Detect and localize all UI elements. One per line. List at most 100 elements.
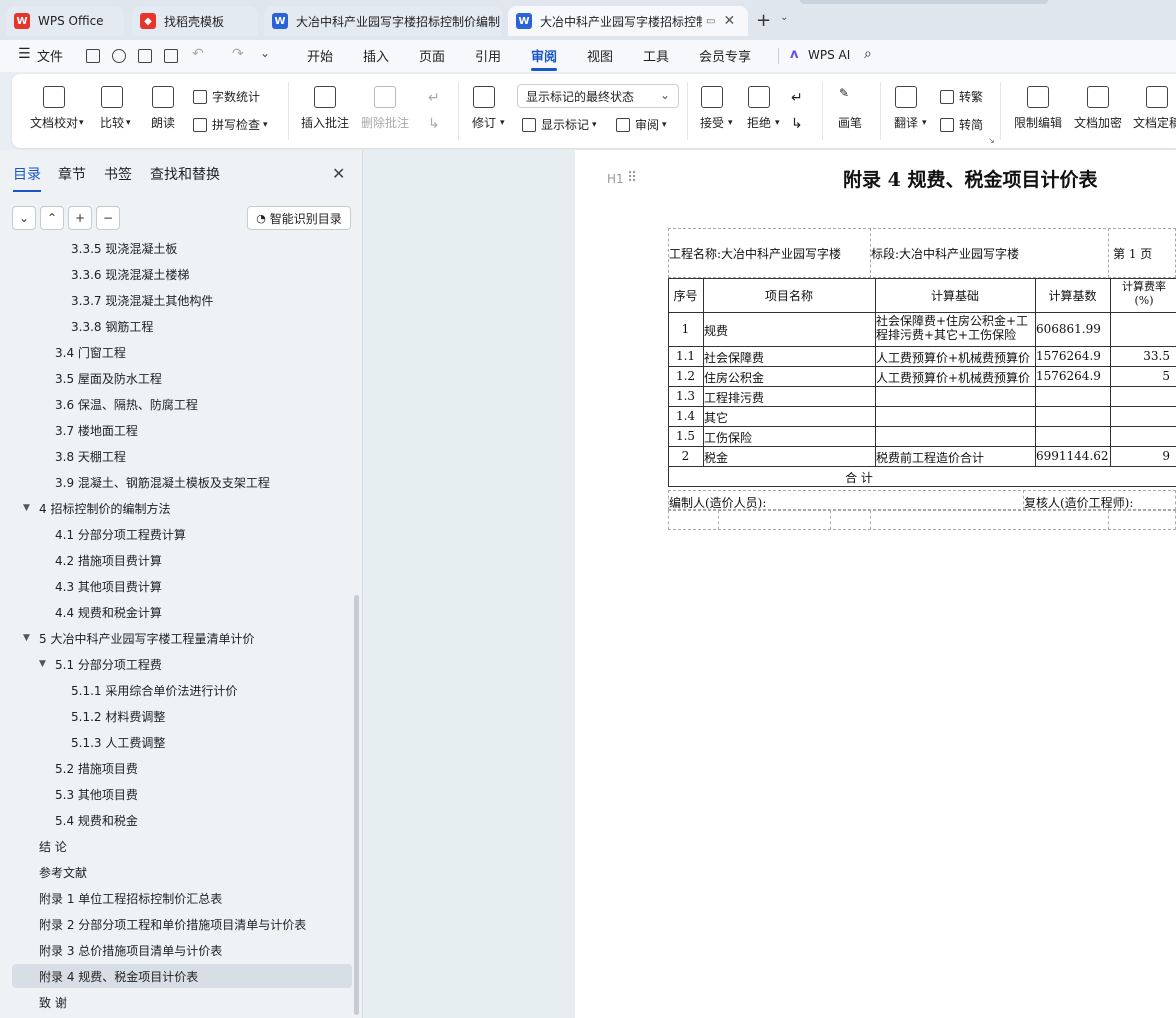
save-icon[interactable]	[86, 49, 100, 63]
expand-caret-icon[interactable]: ▼	[23, 503, 30, 513]
read-aloud-button[interactable]: 朗读	[151, 86, 175, 131]
toc-item[interactable]: 5.1.2 材料费调整	[12, 704, 352, 728]
toc-item[interactable]: 5.2 措施项目费	[12, 756, 352, 780]
toc-item[interactable]: ▼ 5 大冶中科产业园写字楼工程量清单计价	[12, 626, 352, 650]
toc-item[interactable]: 5.4 规费和税金	[12, 808, 352, 832]
undo-icon[interactable]: ↶	[192, 46, 204, 62]
toc-item[interactable]: 结 论	[12, 834, 352, 858]
toc-item[interactable]: 3.3.8 钢筋工程	[12, 314, 352, 338]
next-change-icon[interactable]: ↳	[791, 116, 803, 132]
menu-reference[interactable]: 引用	[475, 46, 501, 65]
menu-insert[interactable]: 插入	[363, 46, 389, 65]
toc-item[interactable]: 附录 2 分部分项工程和单价措施项目清单与计价表	[12, 912, 352, 936]
nav-tab-chapter[interactable]: 章节	[58, 164, 86, 184]
restrict-edit-button[interactable]: 限制编辑	[1014, 86, 1062, 131]
chevron-down-icon[interactable]: ▾	[922, 118, 927, 128]
chevron-down-icon[interactable]: ⌄	[780, 12, 788, 23]
remove-heading-button[interactable]: −	[96, 206, 120, 230]
pen-button[interactable]: ✎ 画笔	[838, 86, 862, 131]
translate-button[interactable]: 翻译	[894, 86, 918, 131]
redo-icon[interactable]: ↷	[232, 46, 244, 62]
tab-document-2[interactable]: W 大冶中科产业园写字楼招标控制 ▭ ✕	[508, 6, 748, 36]
review-pane-button[interactable]: 审阅 ▾	[616, 116, 667, 133]
accept-button[interactable]: 接受	[700, 86, 724, 131]
print-preview-icon[interactable]	[164, 49, 178, 63]
previous-comment-icon[interactable]: ↵	[428, 90, 440, 106]
toc-item[interactable]: 参考文献	[12, 860, 352, 884]
finalize-button[interactable]: 文档定稿	[1133, 86, 1176, 131]
chevron-down-icon[interactable]: ▾	[775, 118, 780, 128]
spell-check-button[interactable]: 拼写检查 ▾	[193, 116, 268, 133]
tab-wps-office[interactable]: W WPS Office	[6, 6, 124, 36]
chevron-down-icon[interactable]: ▾	[728, 118, 733, 128]
menu-tools[interactable]: 工具	[643, 46, 669, 65]
menu-wps-ai[interactable]: WPS AI	[808, 48, 850, 62]
menu-page[interactable]: 页面	[419, 46, 445, 65]
encrypt-button[interactable]: 文档加密	[1074, 86, 1122, 131]
toc-item[interactable]: 3.3.6 现浇混凝土楼梯	[12, 262, 352, 286]
markup-state-dropdown[interactable]: 显示标记的最终状态 ⌄	[517, 84, 679, 108]
toc-item[interactable]: 5.1.3 人工费调整	[12, 730, 352, 754]
toc-item[interactable]: 5.1.1 采用综合单价法进行计价	[12, 678, 352, 702]
tab-template[interactable]: ◆ 找稻壳模板	[132, 6, 258, 36]
revise-button[interactable]: 修订	[472, 86, 496, 131]
delete-comment-button[interactable]: 删除批注	[361, 86, 409, 131]
toc-item[interactable]: 4.3 其他项目费计算	[12, 574, 352, 598]
drag-handle-icon[interactable]: ⠿	[627, 170, 637, 186]
menu-view[interactable]: 视图	[587, 46, 613, 65]
reject-button[interactable]: 拒绝	[747, 86, 771, 131]
previous-change-icon[interactable]: ↵	[791, 90, 803, 106]
menu-review[interactable]: 审阅	[531, 46, 558, 71]
toc-item[interactable]: 3.4 门窗工程	[12, 340, 352, 364]
menu-file[interactable]: 文件	[37, 46, 63, 65]
scrollbar[interactable]	[354, 595, 359, 1015]
next-comment-icon[interactable]: ↳	[428, 116, 440, 132]
share-icon[interactable]	[112, 49, 126, 63]
toc-item[interactable]: 3.9 混凝土、钢筋混凝土模板及支架工程	[12, 470, 352, 494]
toc-item[interactable]: 3.8 天棚工程	[12, 444, 352, 468]
expand-group-icon[interactable]: ↘	[988, 136, 995, 145]
chevron-down-icon[interactable]: ▾	[79, 118, 84, 128]
toc-item[interactable]: 4.1 分部分项工程费计算	[12, 522, 352, 546]
menu-start[interactable]: 开始	[307, 46, 333, 65]
toc-item[interactable]: 附录 1 单位工程招标控制价汇总表	[12, 886, 352, 910]
collapse-all-button[interactable]: ⌄	[12, 206, 36, 230]
add-heading-button[interactable]: +	[68, 206, 92, 230]
toc-item[interactable]: 3.3.7 现浇混凝土其他构件	[12, 288, 352, 312]
toc-item[interactable]: 4.2 措施项目费计算	[12, 548, 352, 572]
toc-item[interactable]: ▼ 4 招标控制价的编制方法	[12, 496, 352, 520]
insert-comment-button[interactable]: 插入批注	[301, 86, 349, 131]
print-icon[interactable]	[138, 49, 152, 63]
close-tab-icon[interactable]: ✕	[723, 13, 735, 29]
to-traditional-button[interactable]: 转繁	[940, 88, 983, 105]
toc-item[interactable]: 3.5 屋面及防水工程	[12, 366, 352, 390]
compare-button[interactable]: 比较	[100, 86, 124, 131]
toc-item[interactable]: 附录 3 总价措施项目清单与计价表	[12, 938, 352, 962]
toc-item[interactable]: 附录 4 规费、税金项目计价表	[12, 964, 352, 988]
chevron-down-icon[interactable]: ▾	[500, 118, 505, 128]
expand-up-button[interactable]: ⌃	[40, 206, 64, 230]
toc-item[interactable]: 致 谢	[12, 990, 352, 1014]
toc-item[interactable]: ▼ 5.1 分部分项工程费	[12, 652, 352, 676]
expand-caret-icon[interactable]: ▼	[39, 659, 46, 669]
toc-item[interactable]: 5.3 其他项目费	[12, 782, 352, 806]
toc-item[interactable]: 4.4 规费和税金计算	[12, 600, 352, 624]
chevron-down-icon[interactable]: ▾	[126, 118, 131, 128]
close-icon[interactable]: ✕	[332, 164, 345, 183]
nav-tab-find-replace[interactable]: 查找和替换	[150, 164, 220, 184]
new-tab-icon[interactable]: +	[756, 10, 771, 31]
more-chevron-icon[interactable]: ⌄	[260, 46, 270, 60]
toc-item[interactable]: 3.6 保温、隔热、防腐工程	[12, 392, 352, 416]
toc-item[interactable]: 3.7 楼地面工程	[12, 418, 352, 442]
hamburger-icon[interactable]: ☰	[18, 46, 31, 62]
expand-caret-icon[interactable]: ▼	[23, 633, 30, 643]
nav-tab-bookmark[interactable]: 书签	[104, 164, 132, 184]
search-icon[interactable]: ⌕	[864, 46, 872, 62]
word-count-button[interactable]: 字数统计	[193, 88, 260, 105]
show-markup-button[interactable]: 显示标记 ▾	[522, 116, 597, 133]
toc-item[interactable]: 3.3.5 现浇混凝土板	[12, 242, 352, 260]
doc-check-button[interactable]: 文档校对	[30, 86, 78, 131]
menu-member[interactable]: 会员专享	[699, 46, 751, 65]
tab-document-1[interactable]: W 大冶中科产业园写字楼招标控制价编制	[264, 6, 502, 36]
smart-toc-button[interactable]: ◔ 智能识别目录	[247, 206, 351, 230]
